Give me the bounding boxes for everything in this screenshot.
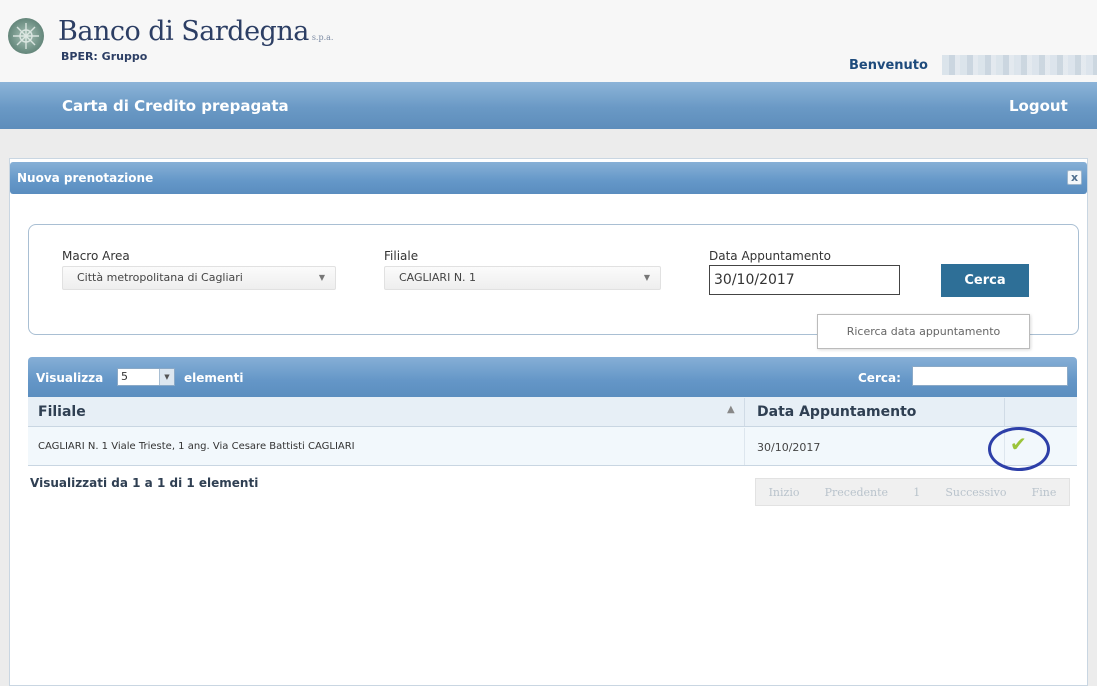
column-divider bbox=[1004, 398, 1005, 426]
user-name: ••••••••••• bbox=[942, 55, 1097, 75]
pagination-last[interactable]: Fine bbox=[1032, 486, 1057, 499]
table-search-input[interactable] bbox=[912, 366, 1068, 386]
column-divider bbox=[744, 398, 745, 426]
close-icon[interactable]: x bbox=[1067, 170, 1082, 185]
page-size-value: 5 bbox=[121, 370, 128, 383]
show-label: Visualizza bbox=[36, 371, 104, 385]
logout-link[interactable]: Logout bbox=[1009, 97, 1068, 115]
pagination-first[interactable]: Inizio bbox=[769, 486, 800, 499]
table-search-label: Cerca: bbox=[858, 371, 901, 385]
column-header-data[interactable]: Data Appuntamento bbox=[757, 404, 916, 420]
column-header-filiale[interactable]: Filiale bbox=[38, 404, 86, 420]
macro-area-select[interactable]: Città metropolitana di Cagliari ▼ bbox=[62, 266, 336, 290]
pagination-next[interactable]: Successivo bbox=[945, 486, 1006, 499]
app-title: Carta di Credito prepagata bbox=[62, 97, 289, 115]
macro-area-label: Macro Area bbox=[62, 249, 130, 263]
table-info: Visualizzati da 1 a 1 di 1 elementi bbox=[30, 476, 259, 490]
table-header bbox=[28, 397, 1077, 427]
filiale-select[interactable]: CAGLIARI N. 1 ▼ bbox=[384, 266, 661, 290]
tooltip: Ricerca data appuntamento bbox=[817, 314, 1030, 349]
dialog-title: Nuova prenotazione bbox=[17, 171, 154, 185]
data-appuntamento-input[interactable] bbox=[709, 265, 900, 295]
dialog-titlebar bbox=[10, 162, 1087, 194]
macro-area-value: Città metropolitana di Cagliari bbox=[77, 271, 243, 284]
filiale-label: Filiale bbox=[384, 249, 419, 263]
filiale-value: CAGLIARI N. 1 bbox=[399, 271, 477, 284]
column-divider bbox=[744, 428, 745, 465]
data-appuntamento-label: Data Appuntamento bbox=[709, 249, 831, 263]
sort-icon[interactable]: ▲ bbox=[727, 404, 735, 415]
pagination: Inizio Precedente 1 Successivo Fine bbox=[755, 478, 1070, 506]
cell-filiale: CAGLIARI N. 1 Viale Trieste, 1 ang. Via … bbox=[38, 441, 355, 452]
highlight-circle bbox=[988, 427, 1050, 471]
brand-name: Banco di Sardegna s.p.a. bbox=[58, 16, 334, 47]
pagination-prev[interactable]: Precedente bbox=[825, 486, 888, 499]
chevron-down-icon: ▼ bbox=[318, 273, 325, 282]
pagination-page[interactable]: 1 bbox=[913, 486, 920, 499]
brand-suffix: s.p.a. bbox=[311, 33, 334, 42]
logo-icon bbox=[8, 18, 44, 54]
chevron-down-icon: ▼ bbox=[643, 273, 650, 282]
cell-data: 30/10/2017 bbox=[757, 441, 821, 454]
elements-label: elementi bbox=[184, 371, 244, 385]
page-size-select[interactable]: 5 ▼ bbox=[117, 368, 175, 386]
chevron-down-icon: ▼ bbox=[159, 369, 174, 385]
cerca-button[interactable]: Cerca bbox=[941, 264, 1029, 297]
welcome-label: Benvenuto bbox=[849, 58, 928, 73]
brand-group: BPER: Gruppo bbox=[61, 50, 148, 63]
